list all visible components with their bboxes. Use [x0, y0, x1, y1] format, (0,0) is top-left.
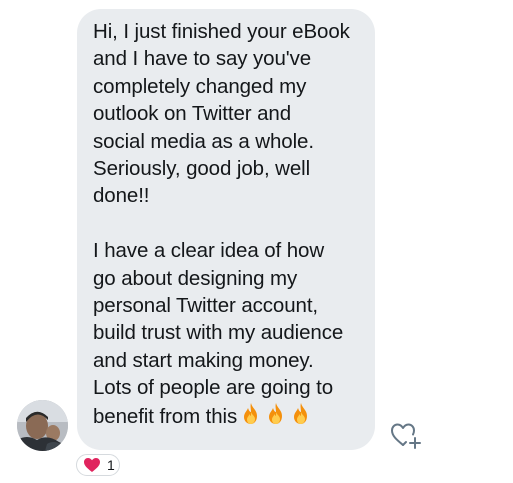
message-body: Hi, I just finished your eBook and I hav… — [93, 20, 350, 428]
add-reaction-button[interactable] — [389, 420, 423, 450]
fire-icon — [269, 402, 283, 424]
message-bubble: Hi, I just finished your eBook and I hav… — [77, 9, 375, 450]
fire-icon — [294, 402, 308, 424]
heart-plus-icon — [391, 423, 421, 449]
message-text: Hi, I just finished your eBook and I hav… — [93, 18, 365, 433]
heart-icon — [84, 458, 100, 472]
dm-conversation: Hi, I just finished your eBook and I hav… — [0, 0, 513, 483]
fire-icon — [244, 402, 258, 424]
sender-avatar[interactable] — [17, 400, 68, 451]
reaction-badge[interactable]: 1 — [76, 454, 120, 476]
fire-emoji-group — [239, 402, 314, 433]
reaction-count: 1 — [107, 457, 115, 473]
